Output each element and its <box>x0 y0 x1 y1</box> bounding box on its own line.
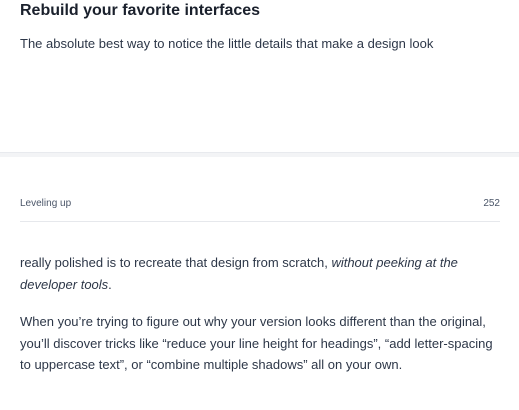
paragraph-text: really polished is to recreate that desi… <box>20 255 332 270</box>
page-break <box>0 152 519 157</box>
paragraph-end: . <box>108 276 112 292</box>
running-header-section: Leveling up <box>20 198 72 209</box>
book-page-view: Rebuild your favorite interfaces The abs… <box>0 0 519 410</box>
section-heading: Rebuild your favorite interfaces <box>20 2 261 19</box>
paragraph: When you’re trying to figure out why you… <box>20 314 493 372</box>
previous-page-bottom: Rebuild your favorite interfaces The abs… <box>0 0 519 152</box>
running-header: Leveling up 252 <box>20 195 500 213</box>
intro-paragraph: The absolute best way to notice the litt… <box>20 36 434 51</box>
header-divider <box>20 221 500 222</box>
page-number: 252 <box>483 198 500 209</box>
paragraph-continued: really polished is to recreate that desi… <box>20 252 502 295</box>
